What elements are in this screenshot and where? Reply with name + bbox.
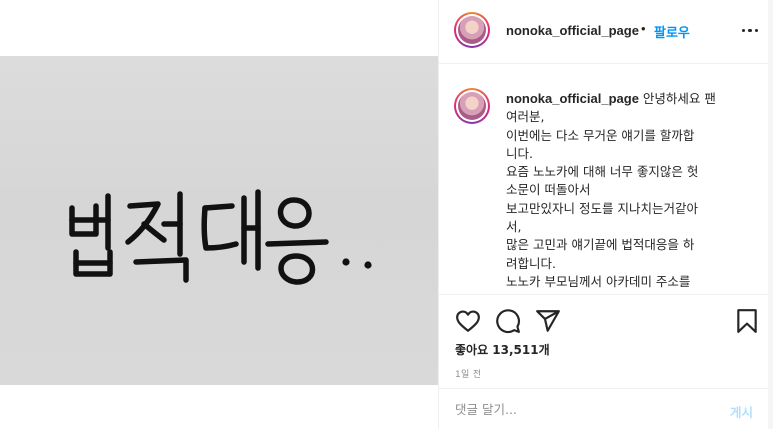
caption-section: nonoka_official_page 안녕하세요 팬 여러분, 이번에는 다소… <box>439 65 773 295</box>
more-horizontal-icon[interactable] <box>742 25 758 35</box>
comment-bar: 게시 <box>439 388 773 429</box>
follow-button[interactable]: 팔로우 <box>654 22 690 41</box>
heart-icon[interactable] <box>455 308 481 334</box>
caption-line: 보고만있자니 정도를 지나치는거같아 <box>506 200 698 216</box>
caption-line: 노노카 부모님께서 아카데미 주소를 <box>506 273 691 289</box>
post-comment-button[interactable]: 게시 <box>730 402 753 421</box>
caption-line: 려합니다. <box>506 255 556 271</box>
action-bar <box>439 296 773 342</box>
post-header: nonoka_official_page • 팔로우 <box>439 0 773 64</box>
profile-photo <box>458 92 486 120</box>
caption-line: 서, <box>506 219 522 235</box>
post-dialog: nonoka_official_page • 팔로우 nonoka_offici… <box>0 0 773 429</box>
separator-dot: • <box>641 21 646 36</box>
post-side-panel: nonoka_official_page • 팔로우 nonoka_offici… <box>438 0 773 429</box>
post-timestamp[interactable]: 1일 전 <box>455 367 481 380</box>
bookmark-icon[interactable] <box>734 308 760 334</box>
caption-line: 요즘 노노카에 대해 너무 좋지않은 헛 <box>506 164 699 180</box>
send-icon[interactable] <box>535 308 561 334</box>
caption-line: 안녕하세요 팬 <box>642 91 716 106</box>
media-panel <box>0 0 438 429</box>
caption-username[interactable]: nonoka_official_page <box>506 91 639 106</box>
caption-avatar[interactable] <box>454 88 490 124</box>
comment-input[interactable] <box>455 398 705 420</box>
scrollbar[interactable] <box>768 0 773 429</box>
caption-line: 소문이 떠돌아서 <box>506 182 591 198</box>
likes-count[interactable]: 좋아요 13,511개 <box>455 341 550 358</box>
caption-line: 니다. <box>506 145 533 161</box>
post-image[interactable] <box>0 56 438 385</box>
comment-icon[interactable] <box>495 308 521 334</box>
caption-line: 많은 고민과 얘기끝에 법적대응을 하 <box>506 237 695 253</box>
caption-line: 이번에는 다소 무거운 얘기를 할까합 <box>506 127 695 143</box>
header-username[interactable]: nonoka_official_page <box>506 23 639 38</box>
profile-photo <box>458 16 486 44</box>
handwritten-text-graphic <box>69 189 372 285</box>
post-caption: nonoka_official_page 안녕하세요 팬 여러분, 이번에는 다소… <box>506 90 746 291</box>
avatar[interactable] <box>454 12 490 48</box>
caption-line: 여러분, <box>506 109 545 125</box>
